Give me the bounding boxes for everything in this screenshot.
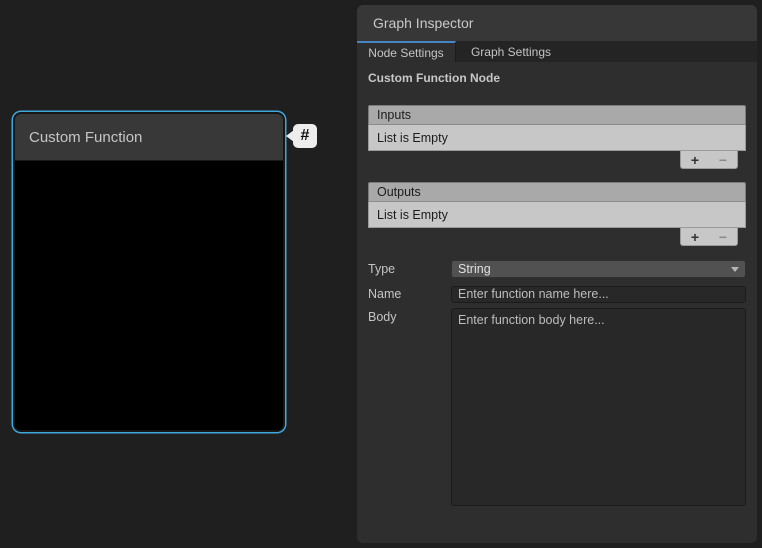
body-row: Body bbox=[368, 308, 746, 511]
inputs-add-button[interactable]: + bbox=[691, 153, 699, 167]
tab-graph-settings-label: Graph Settings bbox=[471, 45, 551, 59]
chevron-down-icon bbox=[731, 267, 739, 272]
outputs-add-button[interactable]: + bbox=[691, 230, 699, 244]
node-title: Custom Function bbox=[29, 129, 142, 146]
outputs-list-footer: + − bbox=[680, 228, 738, 246]
type-dropdown-value: String bbox=[458, 262, 731, 276]
custom-function-node[interactable]: Custom Function bbox=[13, 112, 285, 432]
outputs-remove-button[interactable]: − bbox=[719, 230, 727, 244]
inputs-list-empty-label: List is Empty bbox=[377, 131, 448, 145]
name-row: Name bbox=[368, 285, 746, 303]
panel-title: Graph Inspector bbox=[373, 15, 473, 31]
tab-graph-settings[interactable]: Graph Settings bbox=[456, 41, 566, 62]
tab-node-settings[interactable]: Node Settings bbox=[357, 41, 456, 62]
inputs-remove-button[interactable]: − bbox=[719, 153, 727, 167]
outputs-list-header: Outputs bbox=[368, 182, 746, 202]
outputs-list: Outputs List is Empty + − bbox=[368, 182, 746, 246]
hash-badge-icon[interactable]: # bbox=[293, 124, 317, 148]
inputs-list-header: Inputs bbox=[368, 105, 746, 125]
inputs-list-footer: + − bbox=[680, 151, 738, 169]
panel-titlebar: Graph Inspector bbox=[357, 5, 757, 41]
outputs-list-empty-label: List is Empty bbox=[377, 208, 448, 222]
type-label: Type bbox=[368, 260, 451, 276]
node-header[interactable]: Custom Function bbox=[15, 114, 283, 161]
tab-bar: Node Settings Graph Settings bbox=[357, 41, 757, 62]
type-row: Type String bbox=[368, 260, 746, 278]
function-name-input[interactable] bbox=[451, 286, 746, 303]
tab-node-settings-label: Node Settings bbox=[368, 46, 443, 60]
body-label: Body bbox=[368, 308, 451, 324]
section-title: Custom Function Node bbox=[368, 71, 746, 85]
inputs-list-header-label: Inputs bbox=[377, 108, 411, 122]
hash-badge-label: # bbox=[301, 127, 310, 145]
name-label: Name bbox=[368, 285, 451, 301]
node-body bbox=[15, 161, 283, 429]
panel-content: Custom Function Node Inputs List is Empt… bbox=[357, 62, 757, 511]
outputs-list-footer-wrap: + − bbox=[368, 228, 746, 246]
outputs-list-empty-row: List is Empty bbox=[368, 202, 746, 228]
inputs-list: Inputs List is Empty + − bbox=[368, 105, 746, 169]
function-body-textarea[interactable] bbox=[451, 308, 746, 506]
inputs-list-empty-row: List is Empty bbox=[368, 125, 746, 151]
outputs-list-header-label: Outputs bbox=[377, 185, 421, 199]
type-dropdown[interactable]: String bbox=[451, 260, 746, 278]
inputs-list-footer-wrap: + − bbox=[368, 151, 746, 169]
graph-inspector-panel: Graph Inspector Node Settings Graph Sett… bbox=[357, 5, 757, 543]
